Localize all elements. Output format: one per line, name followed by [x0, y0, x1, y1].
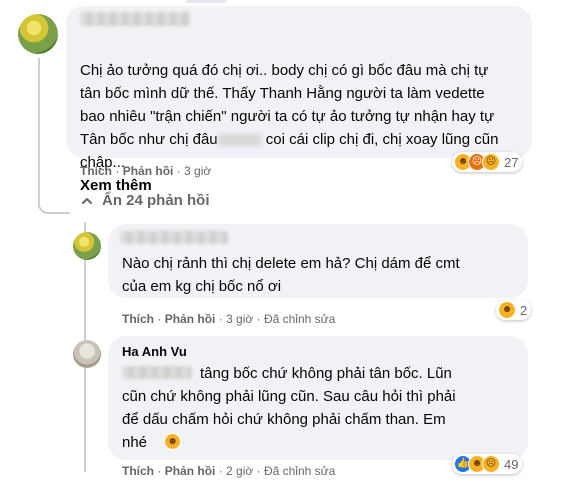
- reply-1-avatar[interactable]: [73, 232, 101, 260]
- reply-1-actions: Thích · Phản hồi · 3 giờ · Đã chỉnh sửa: [122, 312, 335, 326]
- like-action[interactable]: Thích: [122, 312, 154, 326]
- main-comment-reactions[interactable]: ☻ ☹ ☹ 27: [452, 152, 523, 172]
- separator: ·: [176, 164, 181, 178]
- separator: ·: [256, 464, 261, 478]
- separator: ·: [157, 464, 162, 478]
- edited-label[interactable]: Đã chỉnh sửa: [264, 312, 335, 326]
- separator: ·: [218, 312, 223, 326]
- blurred-mention: [217, 134, 262, 147]
- reply-2-author-name[interactable]: Ha Anh Vu: [122, 344, 187, 359]
- like-action[interactable]: Thích: [80, 164, 112, 178]
- main-comment-actions: Thích · Phản hồi · 3 giờ: [80, 164, 211, 178]
- blurred-author-name[interactable]: [80, 12, 190, 26]
- like-action[interactable]: Thích: [122, 464, 154, 478]
- reply-1-text: Nào chị rảnh thì chị delete em hả? Chị d…: [122, 255, 460, 295]
- reaction-count: 49: [504, 456, 519, 472]
- sad-reaction-icon: ☹: [482, 153, 500, 171]
- reply-2-reactions[interactable]: 👍 ☻ ☹ 49: [452, 454, 523, 474]
- reaction-count: 2: [520, 302, 528, 318]
- comment-time[interactable]: 3 giờ: [184, 164, 211, 178]
- thread-connector-line: [38, 58, 40, 208]
- reply-2-avatar[interactable]: [73, 340, 101, 368]
- reply-action[interactable]: Phản hồi: [123, 164, 174, 178]
- reply-2-actions: Thích · Phản hồi · 2 giờ · Đã chỉnh sửa: [122, 464, 335, 478]
- reply-action[interactable]: Phản hồi: [165, 464, 216, 478]
- separator: ·: [218, 464, 223, 478]
- hide-replies-toggle[interactable]: Ẩn 24 phản hồi: [80, 192, 210, 209]
- comment-time[interactable]: 3 giờ: [226, 312, 253, 326]
- hide-replies-label: Ẩn 24 phản hồi: [102, 192, 210, 209]
- comment-time[interactable]: 2 giờ: [226, 464, 253, 478]
- edited-label[interactable]: Đã chỉnh sửa: [264, 464, 335, 478]
- reply-1-blurred-author[interactable]: [120, 231, 228, 244]
- reply-2-text: tâng bốc chứ không phải tân bốc. Lũn cũn…: [122, 365, 456, 451]
- laughing-emoji-icon: ☻: [164, 433, 181, 450]
- reply-2-bubble: Ha Anh Vu tâng bốc chứ không phải tân bố…: [108, 336, 528, 460]
- separator: ·: [256, 312, 261, 326]
- commenter-avatar[interactable]: [18, 14, 58, 54]
- top-cutoff-remnant: [186, 0, 226, 3]
- reply-action[interactable]: Phản hồi: [165, 312, 216, 326]
- separator: ·: [157, 312, 162, 326]
- separator: ·: [115, 164, 120, 178]
- thread-connector-curve: [38, 200, 70, 214]
- chevron-up-icon: [82, 197, 92, 204]
- reply-1-reactions[interactable]: ☻ 2: [496, 300, 532, 320]
- reply-1-bubble: Nào chị rảnh thì chị delete em hả? Chị d…: [108, 224, 528, 298]
- sad-reaction-icon: ☹: [482, 455, 500, 473]
- reaction-count: 27: [504, 154, 519, 170]
- haha-reaction-icon: ☻: [498, 301, 516, 319]
- main-comment-bubble: Chị ảo tưởng quá đó chị ơi.. body chị có…: [66, 6, 532, 194]
